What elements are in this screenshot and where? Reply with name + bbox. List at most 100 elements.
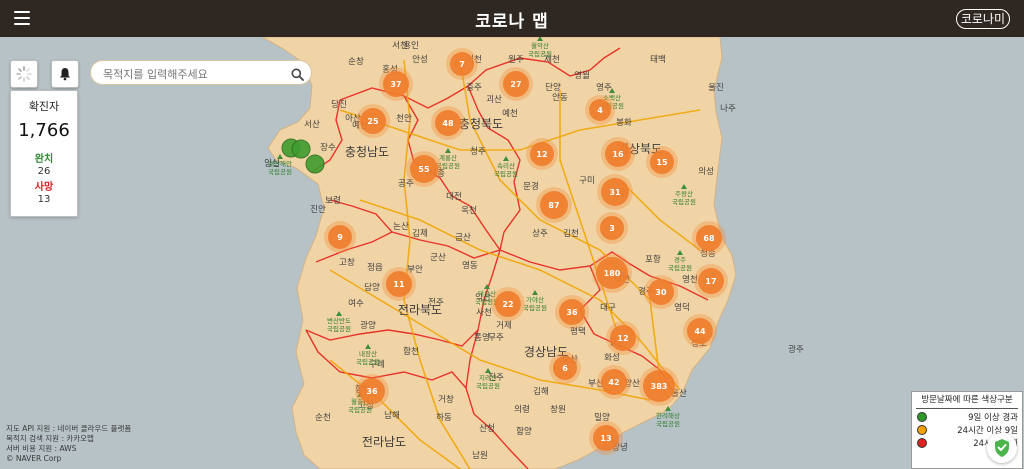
city-label: 원주 — [508, 55, 524, 65]
case-cluster: 87 — [536, 187, 572, 223]
city-label: 옥천 — [461, 205, 477, 216]
location-spinner-icon[interactable] — [10, 60, 38, 88]
case-cluster: 31 — [597, 174, 633, 210]
shield-check-icon[interactable] — [987, 433, 1017, 463]
city-label: 논산 — [393, 221, 409, 232]
park-label: 월악산 — [531, 41, 549, 50]
cluster-count: 15 — [656, 158, 668, 167]
city-label: 하동 — [436, 412, 452, 423]
case-cluster: 55 — [406, 151, 442, 187]
case-cluster: 383 — [639, 366, 679, 406]
top-bar: 코로나 맵 코로나미 — [0, 0, 1024, 37]
cluster-count: 36 — [366, 387, 378, 396]
case-cluster: 180 — [592, 253, 632, 293]
park-label: 국립공원 — [356, 357, 380, 366]
region-label: 충청남도 — [345, 145, 389, 159]
cluster-count: 25 — [367, 117, 379, 126]
cluster-count: 87 — [548, 201, 559, 210]
map-canvas[interactable]: 충청남도충청북도경상북도전라북도경상남도전라남도용인안성 이천 원주 제천영월태백울진… — [0, 37, 1024, 469]
cluster-count: 31 — [609, 188, 621, 197]
cluster-count: 48 — [442, 119, 454, 128]
cluster-count: 55 — [418, 165, 430, 174]
case-cluster: 42 — [597, 365, 631, 399]
city-label: 의령 — [514, 404, 530, 415]
search-icon[interactable] — [291, 66, 304, 85]
case-cluster: 4 — [585, 95, 615, 125]
cluster-count: 36 — [566, 308, 578, 317]
recovered-count: 26 — [37, 166, 51, 177]
search-bar[interactable] — [90, 60, 312, 85]
old-visit-marker — [305, 154, 325, 174]
city-label: 거창 — [438, 395, 454, 405]
city-label: 천안 — [396, 113, 412, 124]
case-cluster: 68 — [692, 221, 726, 255]
city-label: 서산 — [304, 119, 320, 130]
cluster-count: 383 — [651, 382, 668, 391]
city-label: 안성 — [412, 54, 428, 65]
park-label: 변산반도 — [327, 316, 351, 325]
case-cluster: 11 — [382, 267, 416, 301]
cluster-count: 44 — [694, 327, 706, 336]
park-label: 국립공원 — [494, 169, 518, 178]
park-label: 내장산 — [359, 349, 377, 358]
city-label: 전주 — [428, 297, 444, 308]
case-cluster: 15 — [646, 146, 678, 178]
city-label: 창원 — [550, 405, 566, 415]
legend-label: 9일 이상 경과 — [968, 413, 1018, 423]
cluster-count: 13 — [600, 434, 611, 443]
deaths-count: 13 — [37, 194, 51, 205]
cluster-count: 180 — [604, 269, 621, 278]
city-label: 영주 — [596, 82, 612, 93]
city-label: 김천 — [563, 228, 579, 239]
cluster-count: 7 — [459, 60, 465, 69]
city-label: 상주 — [532, 228, 548, 239]
case-stats-panel: 확진자 1,766 완치 26 사망 13 — [10, 90, 78, 217]
city-label: 화성 — [604, 353, 620, 363]
bell-icon[interactable] — [51, 60, 79, 88]
park-label: 국립공원 — [523, 303, 547, 312]
park-label: 주왕산 — [675, 189, 693, 198]
city-label: 금산 — [455, 232, 471, 243]
case-cluster: 44 — [683, 314, 717, 348]
map-view[interactable]: 충청남도 충청북도 경상북도 전라북도 경상남도 전라남도 용인 안성 이천 원주 제천 영월 태백 울진… — [0, 37, 1024, 469]
case-cluster: 16 — [601, 137, 635, 171]
credit-line: 목적지 검색 지원 : 카카오맵 — [6, 434, 94, 443]
city-label: 의성 — [698, 166, 714, 177]
park-label: 국립공원 — [672, 197, 696, 206]
case-cluster: 36 — [555, 295, 589, 329]
city-label: 구미 — [579, 176, 595, 186]
city-label: 진안 — [310, 204, 326, 215]
recovered-label: 완치 — [34, 154, 54, 165]
credit-line: 서버 비용 지원 : AWS — [6, 444, 77, 453]
city-label: 영동 — [462, 260, 478, 271]
legend-row: 9일 이상 경과 — [912, 411, 1022, 424]
city-label: 영덕 — [674, 302, 690, 313]
city-label: 합천 — [403, 346, 419, 357]
city-label: 안동 — [552, 92, 568, 103]
cluster-count: 3 — [609, 224, 615, 233]
case-cluster: 6 — [549, 352, 581, 384]
app-title: 코로나 맵 — [475, 12, 549, 32]
case-cluster: 25 — [356, 104, 390, 138]
cluster-count: 30 — [655, 288, 667, 297]
city-label: 김해 — [533, 386, 549, 397]
old-visit-marker — [291, 139, 311, 159]
legend-divider — [916, 408, 1018, 409]
case-cluster: 17 — [694, 264, 728, 298]
city-label: 대전 — [446, 191, 462, 202]
city-label: 산청 — [479, 423, 495, 434]
cluster-count: 12 — [617, 334, 628, 343]
red-dot-icon — [917, 438, 927, 448]
deaths-label: 사망 — [34, 182, 54, 193]
city-label: 광양 — [360, 320, 376, 331]
search-input[interactable] — [101, 64, 285, 84]
park-label: 계룡산 — [439, 153, 457, 162]
city-label: 거제 — [496, 321, 512, 331]
city-label: 단양 — [545, 82, 561, 93]
city-label: 군산 — [430, 252, 446, 263]
corona-button[interactable]: 코로나미 — [955, 9, 1010, 29]
city-label: 남해 — [384, 411, 400, 421]
city-label: 예천 — [502, 108, 518, 119]
city-label: 문경 — [523, 181, 539, 192]
city-label: 포항 — [645, 255, 661, 265]
